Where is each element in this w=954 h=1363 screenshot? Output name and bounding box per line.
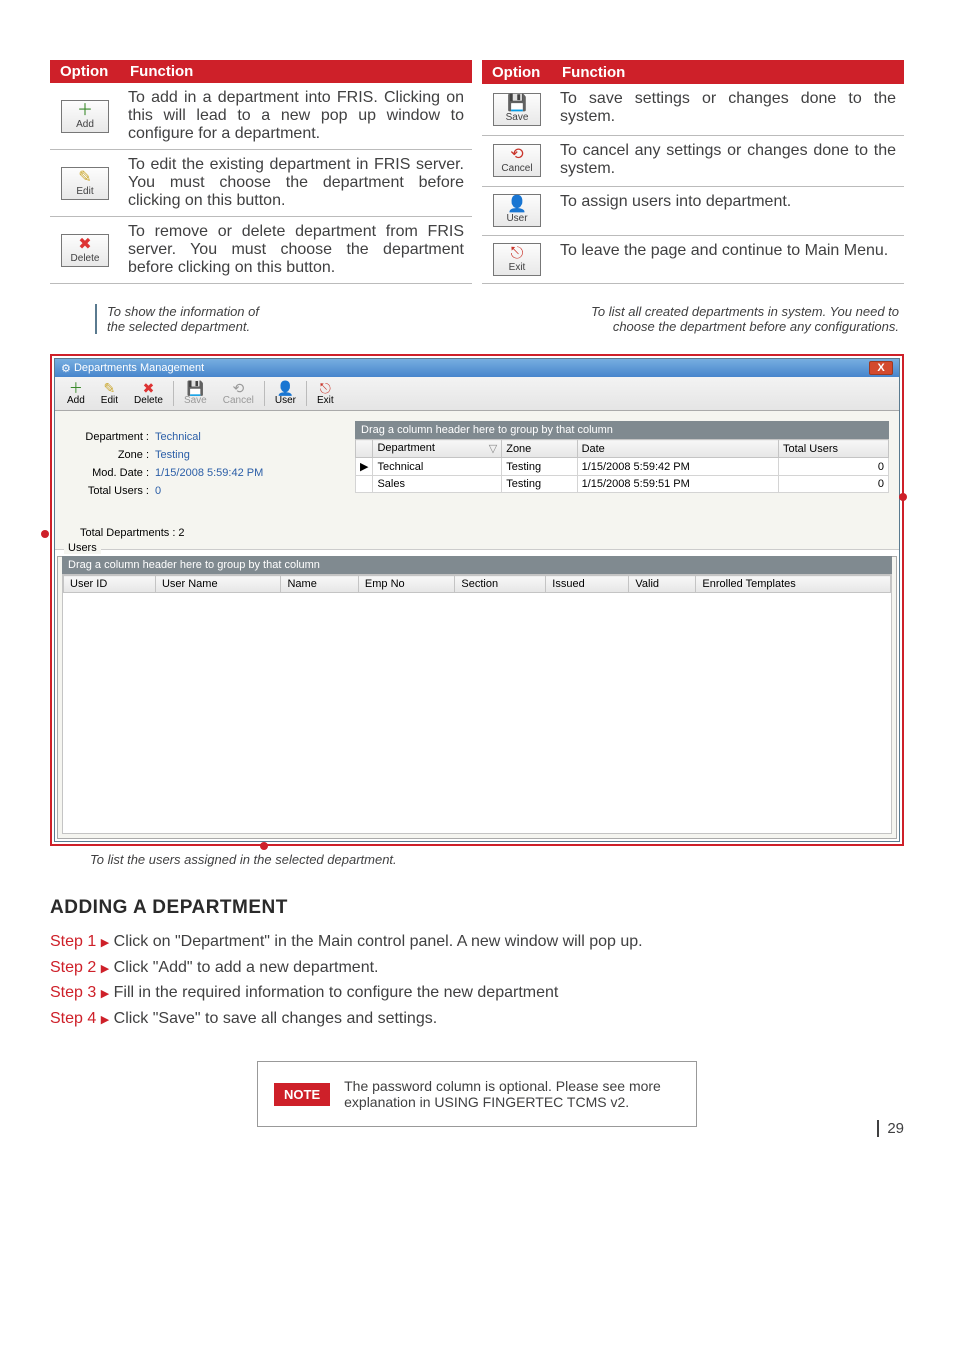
steps-list: Step 1 ▶ Click on "Department" in the Ma… [50, 929, 904, 1031]
add-button-illustration: ＋Add [61, 100, 109, 133]
tb-exit-button[interactable]: ⎋Exit [309, 379, 342, 408]
department-list-panel: Drag a column header here to group by th… [355, 411, 899, 549]
exit-desc: To leave the page and continue to Main M… [552, 235, 904, 283]
tb-save-button: 💾Save [176, 379, 215, 408]
cancel-button-illustration: ⟲Cancel [493, 144, 541, 177]
users-fieldset: Users Drag a column header here to group… [57, 550, 897, 839]
gear-icon: ⚙ [61, 362, 71, 375]
screenshot-frame: ⚙ Departments Management X ＋Add ✎Edit ✖D… [50, 354, 904, 846]
col-enrolled[interactable]: Enrolled Templates [696, 576, 891, 593]
edit-button-illustration: ✎Edit [61, 167, 109, 200]
col-totalusers[interactable]: Total Users [778, 440, 888, 458]
step-1: Step 1 ▶ Click on "Department" in the Ma… [50, 929, 904, 955]
col-section[interactable]: Section [455, 576, 546, 593]
step-3: Step 3 ▶ Fill in the required informatio… [50, 980, 904, 1006]
table-row[interactable]: Sales Testing 1/15/2008 5:59:51 PM 0 [356, 476, 889, 493]
info-zone: Testing [155, 449, 190, 461]
col-issued[interactable]: Issued [546, 576, 629, 593]
tb-delete-button[interactable]: ✖Delete [126, 379, 171, 408]
table-row[interactable]: ▶ Technical Testing 1/15/2008 5:59:42 PM… [356, 458, 889, 476]
tb-cancel-button: ⟲Cancel [215, 379, 262, 408]
col-valid[interactable]: Valid [629, 576, 696, 593]
step-4: Step 4 ▶ Click "Save" to save all change… [50, 1006, 904, 1032]
arrow-icon: ▶ [101, 937, 109, 949]
users-grid[interactable]: User ID User Name Name Emp No Section Is… [63, 575, 891, 593]
info-total-users: 0 [155, 485, 161, 497]
col-department[interactable]: Department ▽ [373, 440, 502, 458]
step-2: Step 2 ▶ Click "Add" to add a new depart… [50, 955, 904, 981]
col-empno[interactable]: Emp No [358, 576, 454, 593]
col-zone[interactable]: Zone [502, 440, 577, 458]
info-department: Technical [155, 431, 201, 443]
tb-edit-button[interactable]: ✎Edit [93, 379, 126, 408]
arrow-icon: ▶ [101, 963, 109, 975]
delete-button-illustration: ✖Delete [61, 234, 109, 267]
total-departments: Total Departments : 2 [80, 527, 340, 539]
page-number: 29 [877, 1120, 904, 1137]
department-info-panel: Department :Technical Zone :Testing Mod.… [55, 411, 355, 549]
edit-desc: To edit the existing department in FRIS … [120, 150, 472, 217]
col-name[interactable]: Name [281, 576, 358, 593]
option-tables-row: Option Function ＋Add To add in a departm… [50, 60, 904, 284]
window-toolbar: ＋Add ✎Edit ✖Delete 💾Save ⟲Cancel 👤User ⎋… [55, 377, 899, 411]
annotation-info-panel: To show the information of the selected … [95, 304, 259, 334]
window-titlebar[interactable]: ⚙ Departments Management X [55, 359, 899, 377]
col-option: Option [50, 60, 120, 83]
tb-user-button[interactable]: 👤User [267, 379, 304, 408]
col-username[interactable]: User Name [155, 576, 281, 593]
col-userid[interactable]: User ID [64, 576, 156, 593]
exit-button-illustration: ⎋Exit [493, 243, 541, 276]
annotation-users-list: To list the users assigned in the select… [90, 852, 904, 867]
annotation-dept-list: To list all created departments in syste… [591, 304, 899, 334]
options-table-right: Option Function 💾Save To save settings o… [482, 60, 904, 284]
close-icon[interactable]: X [869, 361, 893, 375]
note-box: NOTE The password column is optional. Pl… [257, 1061, 697, 1127]
options-table-left: Option Function ＋Add To add in a departm… [50, 60, 472, 284]
users-group-header[interactable]: Drag a column header here to group by th… [62, 556, 892, 574]
section-heading: ADDING A DEPARTMENT [50, 897, 904, 919]
note-badge: NOTE [274, 1083, 330, 1106]
info-mod-date: 1/15/2008 5:59:42 PM [155, 467, 263, 479]
delete-desc: To remove or delete department from FRIS… [120, 217, 472, 284]
col-date[interactable]: Date [577, 440, 778, 458]
tb-add-button[interactable]: ＋Add [59, 379, 93, 408]
annotations-top: To show the information of the selected … [50, 304, 904, 354]
departments-grid[interactable]: Department ▽ Zone Date Total Users ▶ Tec… [355, 439, 889, 493]
group-header[interactable]: Drag a column header here to group by th… [355, 421, 889, 439]
arrow-icon: ▶ [101, 1014, 109, 1026]
cancel-desc: To cancel any settings or changes done t… [552, 135, 904, 187]
col-function: Function [120, 60, 472, 83]
user-desc: To assign users into department. [552, 187, 904, 235]
save-button-illustration: 💾Save [493, 93, 541, 126]
add-desc: To add in a department into FRIS. Clicki… [120, 83, 472, 150]
save-desc: To save settings or changes done to the … [552, 84, 904, 135]
arrow-icon: ▶ [101, 988, 109, 1000]
col-function: Function [552, 60, 904, 84]
col-option: Option [482, 60, 552, 84]
note-text: The password column is optional. Please … [344, 1078, 680, 1110]
users-legend: Users [64, 542, 101, 554]
user-button-illustration: 👤User [493, 194, 541, 227]
window-title: Departments Management [74, 362, 204, 374]
departments-window: ⚙ Departments Management X ＋Add ✎Edit ✖D… [54, 358, 900, 842]
